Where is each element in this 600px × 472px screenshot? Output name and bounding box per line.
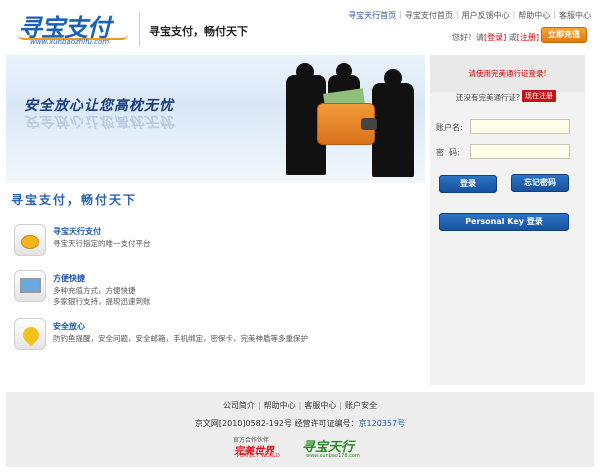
password-input[interactable] (470, 144, 570, 159)
footer-links: 公司简介 | 帮助中心 | 客服中心 | 账户安全 (6, 400, 594, 411)
user-greeting: 您好！请[登录] 或[注册] (452, 32, 539, 43)
nav-link-xunbao-home[interactable]: 寻宝天行首页 (345, 10, 399, 21)
nav-link-service[interactable]: 客服中心 (556, 10, 594, 21)
logo-url: www.xunbaozhifu.com (30, 38, 110, 46)
footer-link-service[interactable]: 客服中心 (304, 401, 336, 410)
footer-sep: | (257, 401, 261, 410)
coins-icon (14, 224, 46, 256)
header-slogan: 寻宝支付，畅付天下 (149, 25, 248, 38)
no-passport-question: 还没有完美通行证? (456, 93, 520, 102)
perfect-world-logo-sub: PERFECT WORLD (237, 453, 280, 459)
feature-title-pay: 寻宝天行支付 (53, 227, 101, 236)
login-warning: 请使用完美通行证登录! (468, 69, 547, 78)
footer-link-about[interactable]: 公司简介 (223, 401, 255, 410)
account-label: 账户名: (436, 123, 463, 132)
password-label: 密 码: (436, 148, 460, 157)
personal-key-login-button[interactable]: Personal Key 登录 (439, 213, 569, 231)
feature-desc-pay: 寻宝天行指定的唯一支付平台 (53, 239, 151, 248)
footer-license: 京文网[2010]0582-192号 经营许可证编号：京120357号 (6, 418, 594, 429)
license-text: 京文网[2010]0582-192号 经营许可证编号： (194, 419, 359, 428)
footer-link-security[interactable]: 账户安全 (345, 401, 377, 410)
feature-desc-secure: 防钓鱼提醒，安全问题，安全邮箱，手机绑定，密保卡，完美神盾等多重保护 (53, 334, 308, 343)
main-title: 寻宝支付，畅付天下 (11, 193, 138, 207)
footer: 公司简介 | 帮助中心 | 客服中心 | 账户安全 京文网[2010]0582-192号 经… (6, 392, 594, 467)
nav-link-pay-home[interactable]: 寻宝支付首页 (402, 10, 456, 21)
banner-slogan-reflection: 安全放心让您高枕无忧 (24, 113, 174, 129)
logo[interactable]: 寻宝支付 www.xunbaozhifu.com (18, 8, 133, 48)
hero-banner: 安全放心让您高枕无忧 安全放心让您高枕无忧 (6, 55, 425, 183)
monitor-icon (14, 270, 46, 302)
login-link[interactable]: [登录] (484, 33, 506, 42)
footer-sep: | (339, 401, 343, 410)
feature-desc-convenient-1: 多种充值方式，方便快捷 (53, 286, 136, 295)
account-input[interactable] (470, 119, 570, 134)
nav-link-help[interactable]: 帮助中心 (515, 10, 553, 21)
header-divider (139, 12, 140, 46)
top-nav: 寻宝天行首页 | 寻宝支付首页 | 用户反馈中心 | 帮助中心 | 客服中心 (345, 10, 594, 21)
xunbao-tianxing-logo-sub: www.xunbao178.com (306, 453, 360, 459)
key-icon (14, 318, 46, 350)
feature-title-secure: 安全放心 (53, 322, 85, 331)
footer-link-help[interactable]: 帮助中心 (264, 401, 296, 410)
nav-link-feedback[interactable]: 用户反馈中心 (459, 10, 513, 21)
register-link[interactable]: [注册] (517, 33, 539, 42)
feature-desc-convenient-2: 多家银行支持，提现迅速到账 (53, 297, 151, 306)
login-button[interactable]: 登录 (439, 175, 497, 193)
recharge-button[interactable]: 立即充值 (541, 27, 587, 43)
feature-title-convenient: 方便快捷 (53, 274, 85, 283)
register-now-button[interactable]: 现在注册 (522, 90, 556, 102)
or-text: 或 (506, 33, 517, 42)
icp-number-link[interactable]: 京120357号 (359, 419, 406, 428)
greeting-text: 您好！请 (452, 33, 484, 42)
wallet-icon (317, 103, 377, 145)
forgot-password-button[interactable]: 忘记密码 (511, 174, 569, 192)
